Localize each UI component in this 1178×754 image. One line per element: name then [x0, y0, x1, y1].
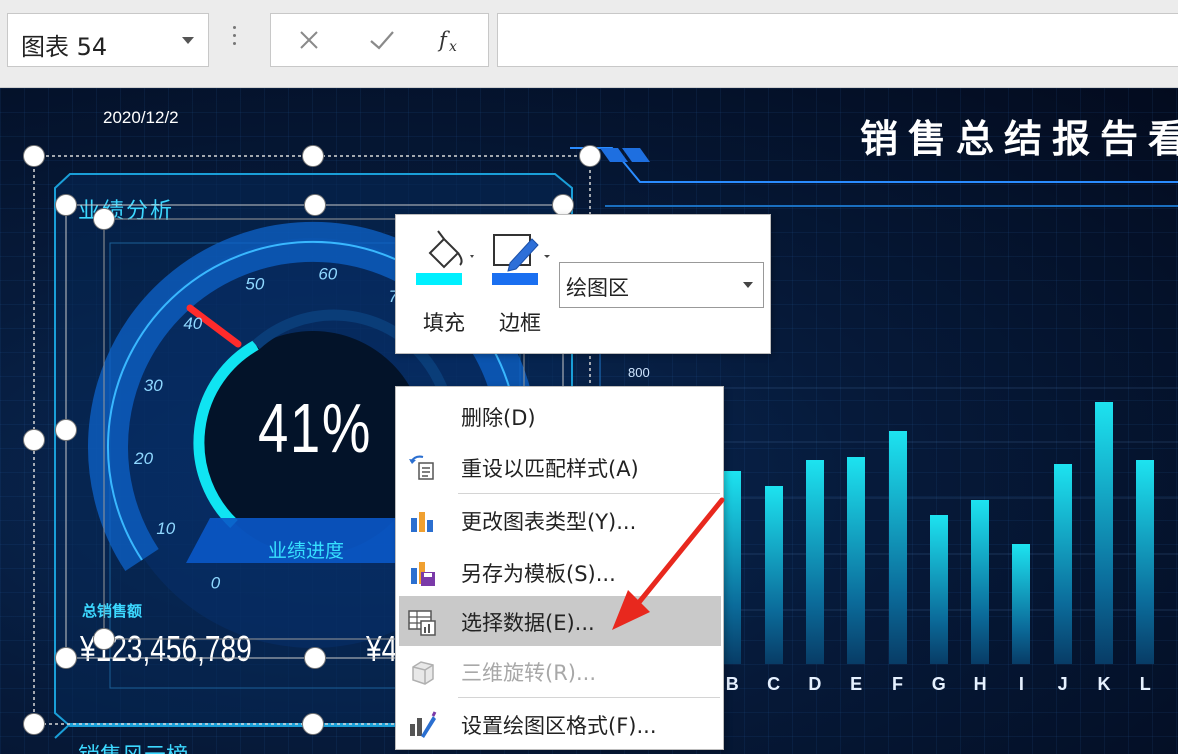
- cancel-button[interactable]: [293, 24, 325, 56]
- svg-text:x: x: [449, 39, 457, 54]
- x-axis-tick-label: C: [767, 674, 781, 694]
- 3d-rotation-icon: [412, 661, 434, 685]
- chevron-down-icon[interactable]: [182, 37, 194, 44]
- fill-label: 填充: [423, 311, 465, 335]
- reset-style-icon: [409, 455, 434, 480]
- formula-bar: 图表 54 f x: [0, 0, 1178, 88]
- menu-item-change-chart-type[interactable]: 更改图表类型(Y)...: [399, 495, 721, 545]
- menu-separator: [458, 493, 720, 494]
- chart-bar[interactable]: [805, 460, 824, 664]
- fill-button[interactable]: 填充: [412, 225, 476, 335]
- chart-bar[interactable]: [1095, 402, 1113, 664]
- insert-function-button[interactable]: f x: [436, 24, 468, 56]
- gauge-tick-label: 0: [211, 573, 221, 592]
- gauge-tick-label: 20: [133, 449, 153, 468]
- resize-handle[interactable]: [302, 145, 324, 167]
- chart-bar[interactable]: [1012, 543, 1031, 664]
- gauge-tick-label: 10: [156, 519, 175, 538]
- chart-bar[interactable]: [1053, 463, 1072, 664]
- name-box[interactable]: 图表 54: [7, 13, 209, 67]
- chart-element-value: 绘图区: [566, 276, 629, 300]
- resize-handle[interactable]: [23, 429, 45, 451]
- chart-bar[interactable]: [888, 431, 907, 664]
- formula-buttons: f x: [270, 13, 489, 67]
- x-axis-tick-label: I: [1018, 674, 1024, 694]
- format-mini-toolbar: 填充 边框 绘图区: [395, 214, 771, 354]
- menu-item-label: 另存为模板(S)...: [461, 562, 616, 586]
- resize-handle[interactable]: [55, 419, 77, 441]
- resize-handle[interactable]: [579, 145, 601, 167]
- format-plot-area-icon: [410, 711, 437, 738]
- chart-bar[interactable]: [1136, 460, 1155, 664]
- menu-item-label: 删除(D): [461, 406, 536, 430]
- resize-handle[interactable]: [93, 628, 115, 650]
- gauge-tick-label: 40: [183, 314, 202, 333]
- menu-item-label: 重设以匹配样式(A): [461, 457, 639, 481]
- menu-separator: [458, 697, 720, 698]
- menu-item-3d-rotation: 三维旋转(R)...: [399, 646, 721, 696]
- x-axis-tick-label: D: [808, 674, 822, 694]
- close-x-icon: [300, 31, 318, 49]
- gauge-percent-label: 41%: [258, 389, 372, 467]
- menu-item-label: 选择数据(E)...: [461, 611, 595, 635]
- resize-handle[interactable]: [304, 647, 326, 669]
- chart-bar[interactable]: [847, 456, 866, 664]
- menu-item-label: 三维旋转(R)...: [461, 661, 597, 685]
- checkmark-icon: [370, 31, 394, 50]
- bottom-panel-title: 销售风云榜: [78, 738, 188, 754]
- menu-item-delete[interactable]: 删除(D): [399, 391, 721, 441]
- chart-bar[interactable]: [929, 514, 948, 664]
- x-axis-tick-label: E: [850, 674, 863, 694]
- gauge-tick-label: 50: [245, 274, 264, 293]
- menu-item-select-data[interactable]: 选择数据(E)...: [399, 596, 721, 646]
- report-title: 销售总结报告看: [860, 117, 1178, 161]
- x-axis-tick-label: J: [1057, 674, 1068, 694]
- formula-input[interactable]: [497, 13, 1178, 67]
- paint-bucket-icon: [416, 230, 474, 285]
- resize-handle[interactable]: [55, 194, 77, 216]
- second-sales-value: ¥4: [366, 628, 398, 669]
- resize-handle[interactable]: [93, 208, 115, 230]
- menu-item-reset-style[interactable]: 重设以匹配样式(A): [399, 442, 721, 492]
- resize-handle[interactable]: [23, 713, 45, 735]
- chevron-down-icon[interactable]: [743, 282, 753, 288]
- chart-bar[interactable]: [723, 471, 742, 664]
- context-menu: 删除(D) 重设以匹配样式(A) 更改图表类型(Y)... 另存为模板(S)..…: [395, 386, 724, 750]
- resize-handle[interactable]: [552, 194, 574, 216]
- name-box-value: 图表 54: [21, 33, 108, 61]
- resize-handle[interactable]: [304, 194, 326, 216]
- menu-item-label: 设置绘图区格式(F)...: [461, 714, 657, 738]
- y-axis-tick-label: 800: [628, 365, 650, 380]
- menu-item-save-template[interactable]: 另存为模板(S)...: [399, 547, 721, 597]
- resize-handle[interactable]: [23, 145, 45, 167]
- enter-button[interactable]: [366, 24, 398, 56]
- border-button[interactable]: 边框: [488, 225, 552, 335]
- gauge-progress-label: 业绩进度: [268, 540, 345, 562]
- pencil-icon: [492, 234, 550, 285]
- report-date: 2020/12/2: [103, 108, 179, 127]
- x-axis-tick-label: G: [931, 674, 946, 694]
- x-axis-tick-label: F: [892, 674, 903, 694]
- select-data-icon: [408, 610, 436, 636]
- resize-handle[interactable]: [55, 647, 77, 669]
- gauge-tick-label: 30: [144, 376, 163, 395]
- total-sales-label: 总销售额: [82, 602, 143, 620]
- border-label: 边框: [499, 311, 541, 335]
- formula-bar-grip-icon[interactable]: [233, 26, 237, 54]
- x-axis-tick-label: L: [1139, 674, 1151, 694]
- resize-handle[interactable]: [302, 713, 324, 735]
- gauge-tick-label: 60: [318, 265, 337, 284]
- fx-icon: f x: [437, 28, 457, 54]
- chart-element-select[interactable]: 绘图区: [559, 262, 764, 308]
- chart-bar[interactable]: [764, 485, 783, 664]
- save-template-icon: [411, 562, 435, 586]
- x-axis-tick-label: K: [1097, 674, 1111, 694]
- menu-item-format-plot-area[interactable]: 设置绘图区格式(F)...: [399, 699, 721, 749]
- x-axis-tick-label: H: [973, 674, 987, 694]
- chart-type-icon: [411, 512, 433, 532]
- menu-item-label: 更改图表类型(Y)...: [461, 510, 637, 534]
- chart-bar[interactable]: [971, 500, 990, 664]
